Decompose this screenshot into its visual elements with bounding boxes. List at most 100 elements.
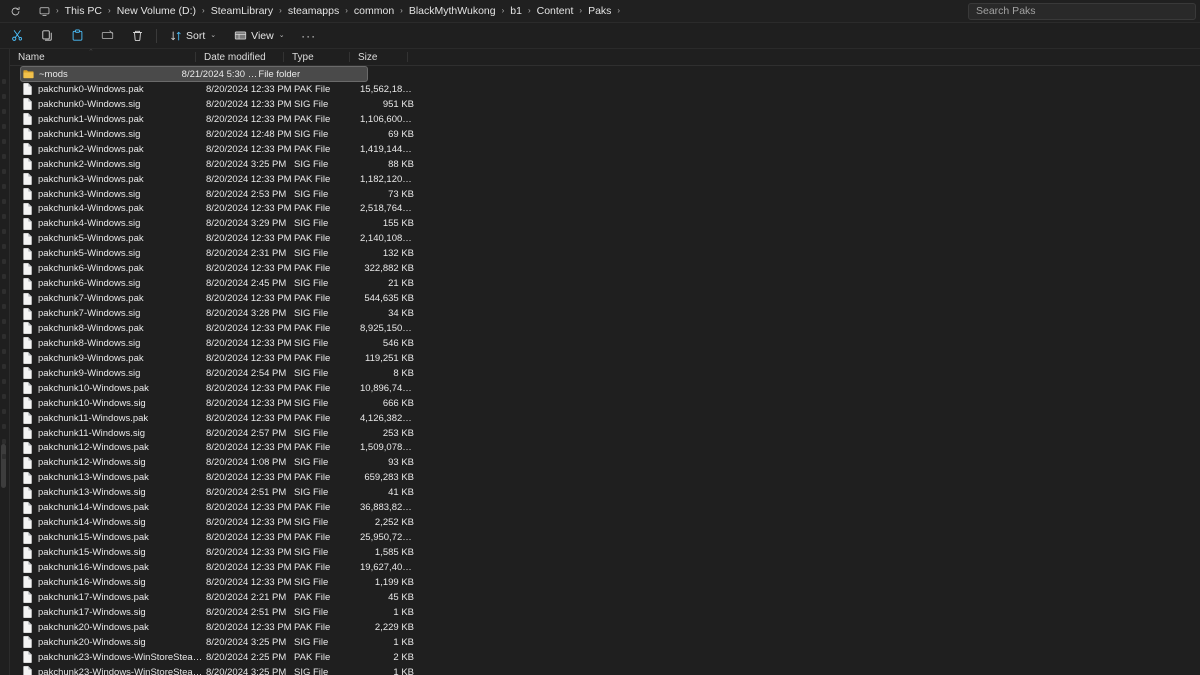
file-type-cell: SIG File: [294, 517, 329, 529]
table-row[interactable]: pakchunk5-Windows.pak 8/20/2024 12:33 PM P…: [10, 231, 1200, 246]
sort-button[interactable]: Sort ⌄: [163, 25, 223, 47]
table-row[interactable]: pakchunk11-Windows.sig 8/20/2024 2:57 PM S…: [10, 426, 1200, 441]
table-row[interactable]: pakchunk5-Windows.sig 8/20/2024 2:31 PM SI…: [10, 246, 1200, 261]
table-row[interactable]: pakchunk0-Windows.pak 8/20/2024 12:33 PM P…: [10, 82, 1200, 97]
table-row[interactable]: pakchunk20-Windows.pak 8/20/2024 12:33 PM…: [10, 620, 1200, 635]
file-size-cell: 322,882 KB: [364, 263, 414, 275]
table-row[interactable]: pakchunk3-Windows.sig 8/20/2024 2:53 PM SI…: [10, 187, 1200, 202]
file-icon: [23, 247, 32, 260]
table-row[interactable]: pakchunk13-Windows.pak 8/20/2024 12:33 PM…: [10, 470, 1200, 485]
file-icon: [23, 636, 32, 648]
breadcrumb-item-this-pc[interactable]: This PC: [60, 3, 107, 19]
file-list[interactable]: ~mods 8/21/2024 5:30 PM File folder pakchun…: [10, 66, 1200, 675]
paste-button[interactable]: [64, 25, 90, 47]
table-row[interactable]: pakchunk8-Windows.pak 8/20/2024 12:33 PM P…: [10, 321, 1200, 336]
file-type-cell: PAK File: [294, 173, 331, 185]
file-date-cell: 8/20/2024 2:54 PM: [206, 367, 287, 379]
file-icon: [23, 486, 32, 499]
copy-icon: [41, 30, 52, 41]
file-size-cell: 1,106,600 KB: [360, 113, 418, 125]
file-name-label: pakchunk4-Windows.pak: [38, 203, 144, 215]
table-row[interactable]: pakchunk17-Windows.sig 8/20/2024 2:51 PM S…: [10, 605, 1200, 620]
table-row[interactable]: pakchunk3-Windows.pak 8/20/2024 12:33 PM P…: [10, 172, 1200, 187]
file-icon: [23, 397, 32, 409]
table-row[interactable]: pakchunk17-Windows.pak 8/20/2024 2:21 PM P…: [10, 590, 1200, 605]
navigation-item-marker: [2, 349, 6, 354]
table-row[interactable]: pakchunk13-Windows.sig 8/20/2024 2:51 PM S…: [10, 485, 1200, 500]
column-header-type-label: Type: [292, 51, 314, 63]
table-row[interactable]: pakchunk4-Windows.sig 8/20/2024 3:29 PM SI…: [10, 216, 1200, 231]
table-row[interactable]: pakchunk9-Windows.pak 8/20/2024 12:33 PM P…: [10, 351, 1200, 366]
table-row[interactable]: pakchunk15-Windows.sig 8/20/2024 12:33 PM…: [10, 545, 1200, 560]
column-headers: ⌃ Name Date modified Type Size: [10, 49, 1200, 66]
file-date-cell: 8/20/2024 12:33 PM: [206, 293, 292, 305]
file-name-cell: pakchunk2-Windows.sig: [10, 158, 206, 170]
file-icon: [23, 262, 32, 275]
file-date-cell: 8/20/2024 12:33 PM: [206, 203, 292, 215]
breadcrumb-item-common[interactable]: common: [349, 3, 399, 19]
breadcrumb-item-b1[interactable]: b1: [505, 3, 527, 19]
breadcrumb-item-steamlibrary[interactable]: SteamLibrary: [206, 3, 278, 19]
file-size-cell: 2,518,764 KB: [360, 203, 418, 215]
table-row[interactable]: pakchunk6-Windows.sig 8/20/2024 2:45 PM SI…: [10, 276, 1200, 291]
breadcrumb-item-paks[interactable]: Paks: [583, 3, 616, 19]
file-date-cell: 8/20/2024 12:33 PM: [206, 397, 292, 409]
table-row[interactable]: pakchunk10-Windows.sig 8/20/2024 12:33 PM…: [10, 396, 1200, 411]
table-row[interactable]: pakchunk2-Windows.pak 8/20/2024 12:33 PM P…: [10, 142, 1200, 157]
navigation-item-marker: [2, 439, 6, 444]
table-row[interactable]: pakchunk1-Windows.sig 8/20/2024 12:48 PM S…: [10, 127, 1200, 142]
cut-button[interactable]: [4, 25, 30, 47]
table-row[interactable]: pakchunk23-Windows-WinStoreSteam.sig 8/20…: [10, 665, 1200, 675]
column-header-size[interactable]: Size: [350, 49, 408, 65]
breadcrumb[interactable]: › This PC › New Volume (D:) › SteamLibra…: [32, 2, 625, 21]
table-row[interactable]: pakchunk6-Windows.pak 8/20/2024 12:33 PM P…: [10, 261, 1200, 276]
table-row[interactable]: pakchunk12-Windows.sig 8/20/2024 1:08 PM S…: [10, 455, 1200, 470]
file-icon: [23, 382, 32, 395]
table-row[interactable]: pakchunk4-Windows.pak 8/20/2024 12:33 PM P…: [10, 202, 1200, 217]
table-row[interactable]: pakchunk14-Windows.pak 8/20/2024 12:33 PM…: [10, 500, 1200, 515]
table-row[interactable]: pakchunk14-Windows.sig 8/20/2024 12:33 PM…: [10, 515, 1200, 530]
view-button[interactable]: View ⌄: [227, 25, 291, 47]
column-header-type[interactable]: Type: [284, 49, 350, 65]
delete-button[interactable]: [124, 25, 150, 47]
more-options-button[interactable]: ···: [296, 25, 322, 47]
table-row[interactable]: pakchunk16-Windows.sig 8/20/2024 12:33 PM…: [10, 575, 1200, 590]
search-input[interactable]: Search Paks: [968, 3, 1196, 20]
copy-button[interactable]: [34, 25, 60, 47]
table-row[interactable]: pakchunk10-Windows.pak 8/20/2024 12:33 PM…: [10, 381, 1200, 396]
table-row[interactable]: pakchunk8-Windows.sig 8/20/2024 12:33 PM S…: [10, 336, 1200, 351]
table-row[interactable]: pakchunk9-Windows.sig 8/20/2024 2:54 PM SI…: [10, 366, 1200, 381]
file-list-pane[interactable]: ⌃ Name Date modified Type Size ~mods 8/21…: [10, 49, 1200, 675]
file-name-label: pakchunk15-Windows.sig: [38, 547, 146, 559]
refresh-button[interactable]: [4, 2, 26, 21]
column-header-name[interactable]: Name: [10, 49, 196, 65]
monitor-icon: [36, 3, 53, 20]
navigation-item-marker: [2, 379, 6, 384]
table-row[interactable]: pakchunk23-Windows-WinStoreSteam.pak 8/20…: [10, 650, 1200, 665]
file-name-label: pakchunk10-Windows.sig: [38, 397, 146, 409]
breadcrumb-item-blackmythwukong[interactable]: BlackMythWukong: [404, 3, 501, 19]
table-row[interactable]: pakchunk12-Windows.pak 8/20/2024 12:33 PM…: [10, 441, 1200, 456]
file-icon: [23, 292, 32, 305]
table-row[interactable]: pakchunk1-Windows.pak 8/20/2024 12:33 PM P…: [10, 112, 1200, 127]
table-row[interactable]: pakchunk7-Windows.pak 8/20/2024 12:33 PM P…: [10, 291, 1200, 306]
breadcrumb-item-content[interactable]: Content: [532, 3, 579, 19]
breadcrumb-item-new-volume-d[interactable]: New Volume (D:): [112, 3, 201, 19]
table-row[interactable]: pakchunk20-Windows.sig 8/20/2024 3:25 PM S…: [10, 635, 1200, 650]
column-header-date-modified[interactable]: Date modified: [196, 49, 284, 65]
rename-button[interactable]: [94, 25, 120, 47]
table-row[interactable]: pakchunk16-Windows.pak 8/20/2024 12:33 PM…: [10, 560, 1200, 575]
table-row[interactable]: pakchunk2-Windows.sig 8/20/2024 3:25 PM SI…: [10, 157, 1200, 172]
navigation-pane[interactable]: [0, 49, 10, 675]
table-row[interactable]: pakchunk11-Windows.pak 8/20/2024 12:33 PM…: [10, 411, 1200, 426]
file-name-label: pakchunk5-Windows.sig: [38, 248, 141, 260]
navigation-item-marker: [2, 214, 6, 219]
file-size-cell: 1,509,078 KB: [360, 442, 418, 454]
breadcrumb-item-steamapps[interactable]: steamapps: [283, 3, 344, 19]
navigation-scrollbar-thumb[interactable]: [1, 444, 6, 488]
table-row[interactable]: pakchunk15-Windows.pak 8/20/2024 12:33 PM…: [10, 530, 1200, 545]
table-row[interactable]: pakchunk0-Windows.sig 8/20/2024 12:33 PM S…: [10, 97, 1200, 112]
table-row[interactable]: ~mods 8/21/2024 5:30 PM File folder: [20, 66, 368, 82]
file-name-cell: pakchunk17-Windows.sig: [10, 606, 206, 619]
table-row[interactable]: pakchunk7-Windows.sig 8/20/2024 3:28 PM SI…: [10, 306, 1200, 321]
